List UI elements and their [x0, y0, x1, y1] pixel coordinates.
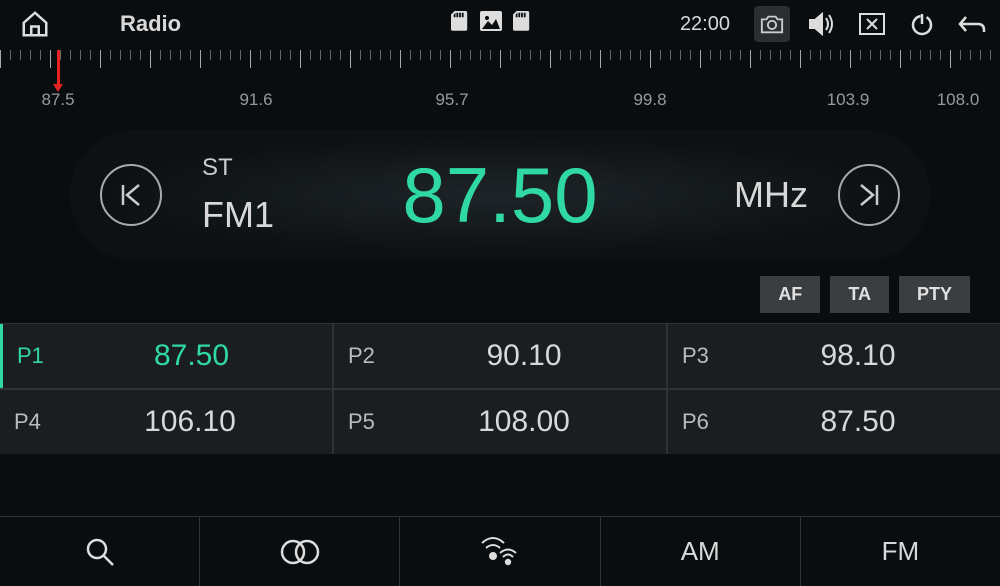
preset-frequency: 87.50: [65, 339, 318, 373]
frequency-display: ST FM1 87.50 MHz: [70, 130, 930, 260]
scan-button[interactable]: [400, 517, 600, 586]
dial-label: 99.8: [633, 90, 666, 110]
stereo-button[interactable]: [200, 517, 400, 586]
preset-frequency: 98.10: [730, 339, 986, 373]
preset-label: P2: [348, 343, 396, 369]
status-bar: Radio 22:00: [0, 0, 1000, 48]
pty-button[interactable]: PTY: [899, 276, 970, 313]
sdcard-icon: [450, 11, 470, 38]
power-button[interactable]: [904, 6, 940, 42]
camera-button[interactable]: [754, 6, 790, 42]
af-button[interactable]: AF: [760, 276, 820, 313]
band-label: FM1: [202, 194, 274, 236]
dial-label: 103.9: [827, 90, 870, 110]
ta-button[interactable]: TA: [830, 276, 889, 313]
rds-row: AF TA PTY: [0, 260, 1000, 323]
preset-frequency: 90.10: [396, 339, 652, 373]
status-icon-group: [450, 11, 532, 38]
preset-6[interactable]: P687.50: [668, 390, 1000, 454]
am-button[interactable]: AM: [601, 517, 801, 586]
preset-label: P6: [682, 409, 730, 435]
preset-3[interactable]: P398.10: [668, 324, 1000, 388]
close-screen-button[interactable]: [854, 6, 890, 42]
dial-label: 95.7: [435, 90, 468, 110]
volume-button[interactable]: [804, 6, 840, 42]
preset-4[interactable]: P4106.10: [0, 390, 332, 454]
preset-label: P4: [14, 409, 62, 435]
dial-label: 87.5: [41, 90, 74, 110]
image-icon: [480, 11, 502, 38]
app-title: Radio: [120, 11, 181, 37]
dial-label: 108.0: [937, 90, 980, 110]
preset-label: P5: [348, 409, 396, 435]
preset-1[interactable]: P187.50: [0, 324, 332, 388]
presets-grid: P187.50P290.10P398.10P4106.10P5108.00P68…: [0, 323, 1000, 454]
preset-frequency: 106.10: [62, 405, 318, 439]
preset-frequency: 108.00: [396, 405, 652, 439]
seek-prev-button[interactable]: [100, 164, 162, 226]
dial-label: 91.6: [239, 90, 272, 110]
preset-frequency: 87.50: [730, 405, 986, 439]
tuning-dial[interactable]: 87.5 91.6 95.7 99.8 103.9 108.0: [0, 50, 1000, 124]
sdcard2-icon: [512, 11, 532, 38]
home-button[interactable]: [10, 9, 60, 39]
unit-label: MHz: [734, 174, 808, 216]
frequency-value: 87.50: [402, 150, 597, 241]
preset-label: P3: [682, 343, 730, 369]
back-button[interactable]: [954, 6, 990, 42]
preset-label: P1: [17, 343, 65, 369]
bottom-nav: AM FM: [0, 516, 1000, 586]
preset-2[interactable]: P290.10: [334, 324, 666, 388]
search-button[interactable]: [0, 517, 200, 586]
seek-next-button[interactable]: [838, 164, 900, 226]
clock-time: 22:00: [680, 13, 730, 36]
fm-button[interactable]: FM: [801, 517, 1000, 586]
stereo-label: ST: [202, 154, 274, 182]
preset-5[interactable]: P5108.00: [334, 390, 666, 454]
dial-indicator: [57, 50, 60, 88]
